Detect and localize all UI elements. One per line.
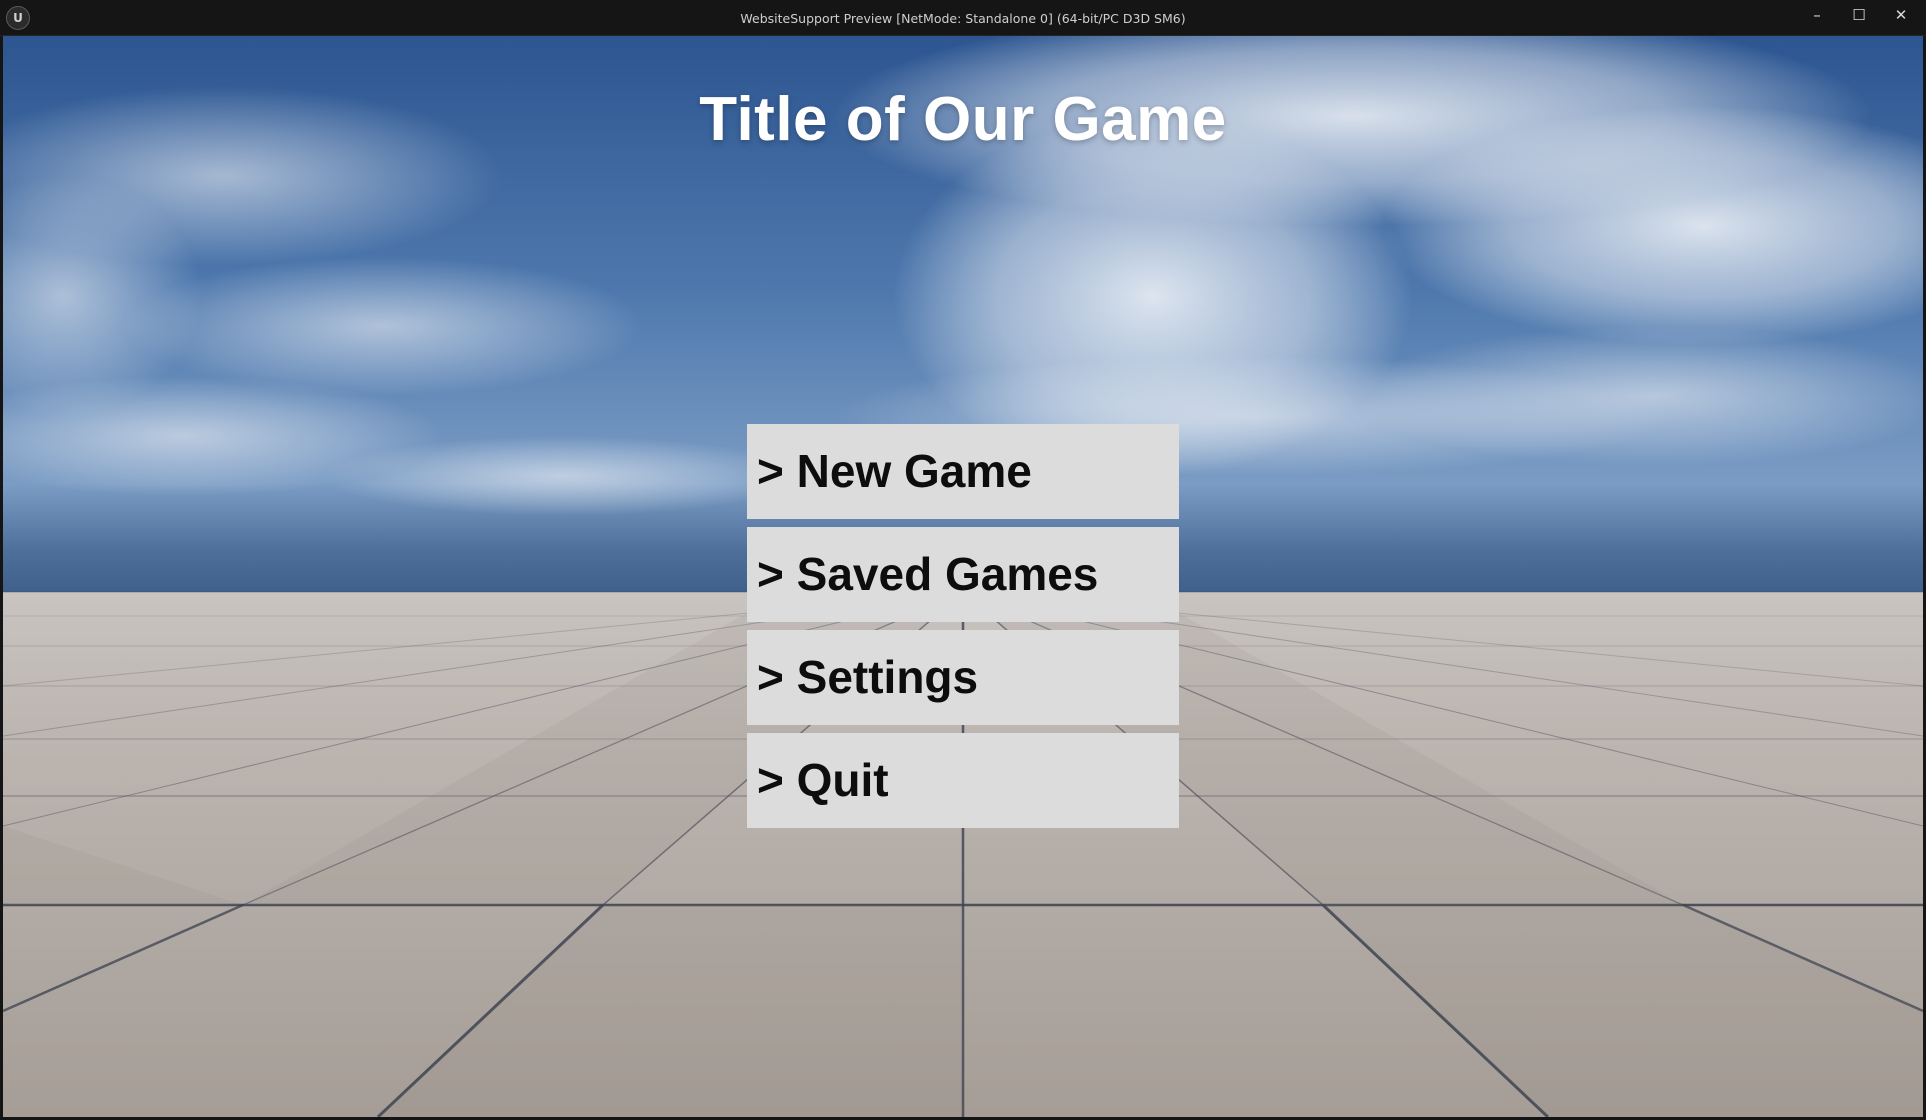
window-title: WebsiteSupport Preview [NetMode: Standal… — [740, 11, 1186, 26]
saved-games-button[interactable]: > Saved Games — [747, 527, 1179, 622]
new-game-button[interactable]: > New Game — [747, 424, 1179, 519]
game-title: Title of Our Game — [699, 85, 1227, 154]
quit-label: > Quit — [757, 754, 889, 806]
minimize-button[interactable]: – — [1796, 0, 1838, 30]
quit-button[interactable]: > Quit — [747, 733, 1179, 828]
main-menu: > New Game > Saved Games > Settings > Qu… — [747, 424, 1179, 836]
close-button[interactable]: ✕ — [1880, 0, 1922, 30]
saved-games-label: > Saved Games — [757, 548, 1099, 600]
settings-label: > Settings — [757, 651, 979, 703]
window-titlebar[interactable]: WebsiteSupport Preview [NetMode: Standal… — [0, 0, 1926, 36]
new-game-label: > New Game — [757, 445, 1032, 497]
settings-button[interactable]: > Settings — [747, 630, 1179, 725]
maximize-button[interactable]: ☐ — [1838, 0, 1880, 30]
game-viewport[interactable]: Title of Our Game > New Game > Saved Gam… — [3, 36, 1923, 1117]
window-border-left — [0, 36, 3, 1120]
game-window: WebsiteSupport Preview [NetMode: Standal… — [0, 0, 1926, 1120]
